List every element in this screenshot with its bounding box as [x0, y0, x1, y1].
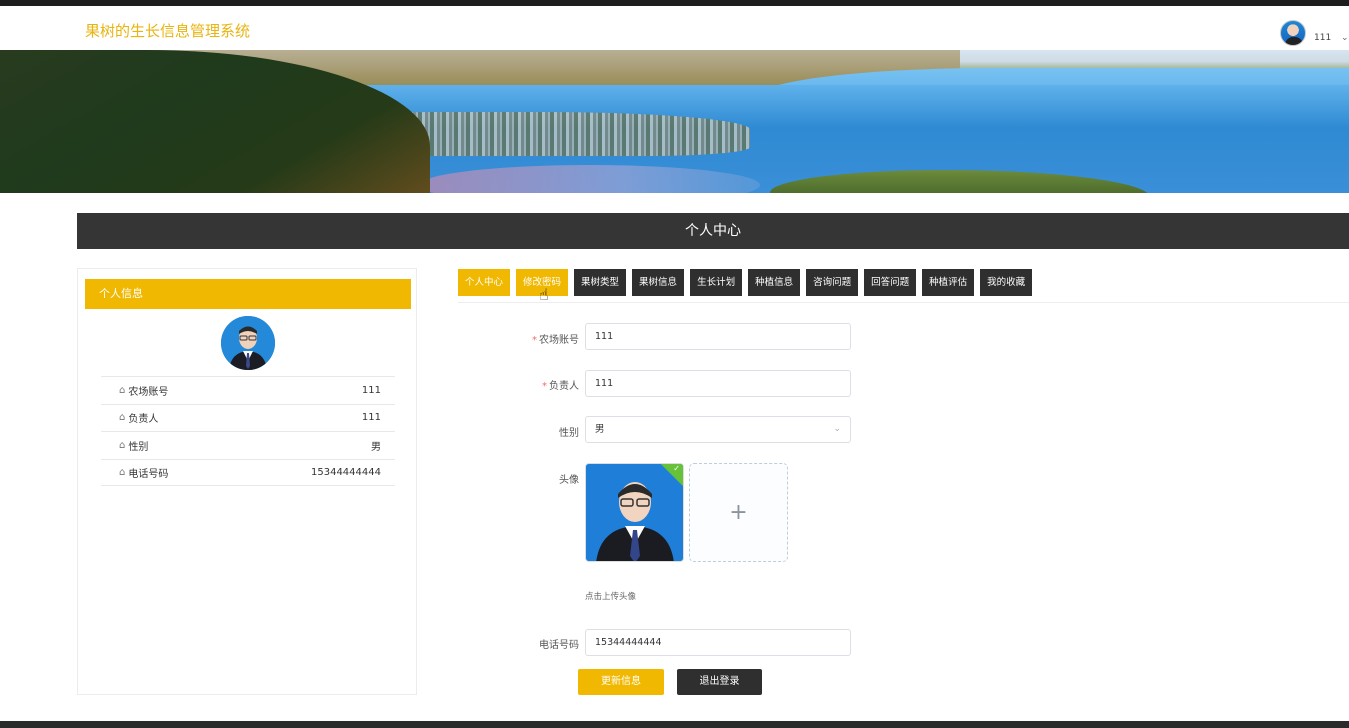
home-icon: ⌂ — [119, 412, 126, 424]
list-item: ⌂ 农场账号 111 — [101, 376, 395, 404]
avatar-label: 头像 — [559, 475, 579, 486]
section-title: 个人中心 — [77, 213, 1349, 249]
info-value: 111 — [361, 412, 381, 424]
info-value: 111 — [361, 384, 381, 396]
profile-avatar — [221, 316, 275, 370]
phone-field[interactable]: 15344444444 — [585, 629, 851, 656]
info-label: 电话号码 — [128, 468, 169, 480]
phone-label: 电话号码 — [539, 640, 579, 651]
site-title[interactable]: 果树的生长信息管理系统 — [85, 20, 250, 41]
divider — [458, 302, 1349, 303]
person-portrait-icon — [586, 464, 683, 561]
tab-fruit-tree-info[interactable]: 果树信息 — [632, 269, 685, 296]
info-value: 男 — [371, 441, 381, 453]
user-name[interactable]: 111 — [1314, 33, 1331, 43]
tab-planting-info[interactable]: 种植信息 — [748, 269, 801, 296]
tab-consult-questions[interactable]: 咨询问题 — [806, 269, 859, 296]
chevron-down-icon: ⌄ — [833, 424, 841, 434]
info-label: 性别 — [128, 441, 149, 453]
info-value: 15344444444 — [311, 466, 381, 478]
list-item: ⌂ 性别 男 — [101, 431, 395, 459]
tab-answer-questions[interactable]: 回答问题 — [864, 269, 917, 296]
info-label: 农场账号 — [128, 386, 169, 398]
header: 果树的生长信息管理系统 111 ⌄ — [0, 6, 1349, 50]
home-icon: ⌂ — [119, 439, 126, 451]
check-icon: ✓ — [673, 464, 680, 473]
upload-tip: 点击上传头像 — [585, 592, 637, 602]
gender-select[interactable]: 男 ⌄ — [585, 416, 851, 443]
list-item: ⌂ 负责人 111 — [101, 403, 395, 432]
account-field[interactable]: 111 — [585, 323, 851, 350]
profile-card: 个人信息 ⌂ 农场账号 111 ⌂ 负责人 111 ⌂ 性别 男 ⌂ 电话号码 1534… — [77, 268, 417, 695]
profile-info-list: ⌂ 农场账号 111 ⌂ 负责人 111 ⌂ 性别 男 ⌂ 电话号码 153444444… — [101, 376, 395, 486]
banner-carousel — [0, 50, 1349, 193]
hand-pointer-icon: ☝ — [539, 285, 549, 304]
user-avatar[interactable] — [1280, 20, 1306, 46]
gender-label: 性别 — [559, 428, 579, 439]
gender-selected-value: 男 — [595, 424, 605, 435]
tab-planting-evaluation[interactable]: 种植评估 — [922, 269, 975, 296]
home-icon: ⌂ — [119, 466, 126, 478]
person-portrait-icon — [221, 316, 275, 370]
home-icon: ⌂ — [119, 384, 126, 396]
tab-my-favorites[interactable]: 我的收藏 — [980, 269, 1033, 296]
footer-strip — [0, 721, 1349, 728]
avatar-preview[interactable]: ✓ — [585, 463, 684, 562]
list-item: ⌂ 电话号码 15344444444 — [101, 458, 395, 486]
info-label: 负责人 — [128, 414, 159, 426]
manager-label: * 负责人 — [542, 381, 579, 392]
tab-growth-plan[interactable]: 生长计划 — [690, 269, 743, 296]
tab-personal-center[interactable]: 个人中心 — [458, 269, 511, 296]
manager-field[interactable]: 111 — [585, 370, 851, 397]
account-label: * 农场账号 — [532, 335, 579, 346]
logout-button[interactable]: 退出登录 — [677, 669, 762, 695]
update-info-button[interactable]: 更新信息 — [578, 669, 664, 695]
avatar-upload-button[interactable]: + — [689, 463, 788, 562]
plus-icon: + — [729, 500, 748, 525]
profile-card-heading: 个人信息 — [85, 279, 411, 309]
tab-fruit-tree-types[interactable]: 果树类型 — [574, 269, 627, 296]
chevron-down-icon[interactable]: ⌄ — [1341, 33, 1349, 43]
